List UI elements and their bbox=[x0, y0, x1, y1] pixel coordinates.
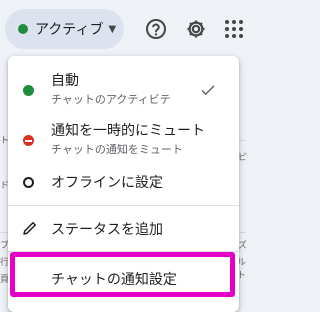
ring-icon bbox=[23, 177, 34, 188]
menu-item-subtitle: チャットの通知をミュート bbox=[51, 143, 183, 156]
background-text: ピ bbox=[238, 153, 248, 163]
help-circle-icon[interactable] bbox=[144, 17, 168, 41]
status-chip[interactable]: アクティブ ▼ bbox=[5, 9, 124, 49]
status-chip-label: アクティブ bbox=[35, 22, 104, 38]
menu-divider bbox=[8, 205, 239, 206]
red-minus-icon bbox=[23, 135, 34, 146]
check-icon bbox=[201, 85, 215, 96]
background-text: ズ bbox=[238, 241, 248, 251]
highlight-box bbox=[10, 252, 235, 297]
menu-item-title: オフラインに設定 bbox=[51, 175, 163, 191]
menu-item-title: ステータスを追加 bbox=[51, 222, 163, 238]
chevron-down-icon: ▼ bbox=[108, 23, 117, 35]
menu-item-subtitle: チャットのアクティビテ bbox=[51, 93, 171, 106]
menu-item-title: 自動 bbox=[51, 73, 79, 89]
apps-grid-icon[interactable] bbox=[222, 17, 246, 41]
gear-icon[interactable] bbox=[184, 17, 208, 41]
menu-item-title: 通知を一時的にミュート bbox=[51, 123, 205, 139]
status-dot-icon bbox=[18, 24, 28, 34]
green-dot-icon bbox=[23, 85, 34, 96]
pencil-icon bbox=[23, 222, 36, 235]
top-bar: アクティブ ▼ bbox=[0, 0, 246, 58]
